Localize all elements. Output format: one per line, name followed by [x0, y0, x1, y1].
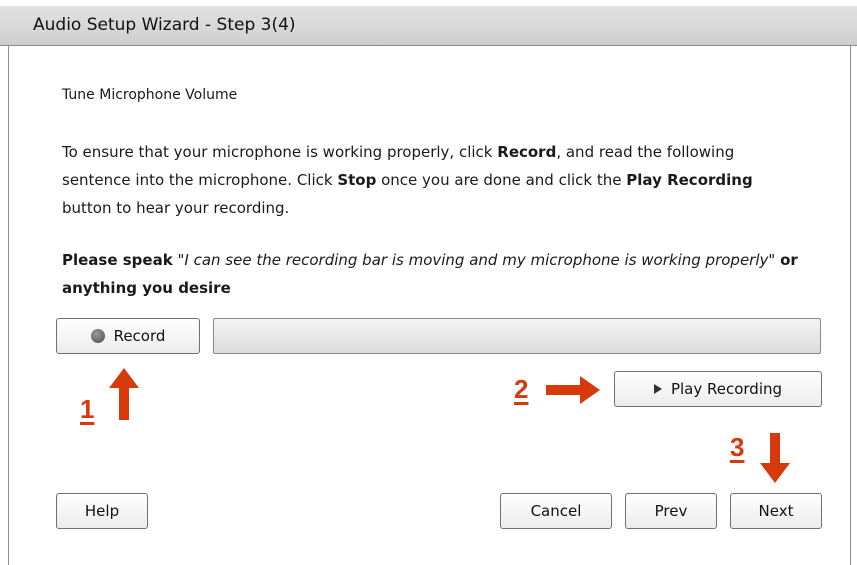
arrow-up-icon — [109, 368, 139, 420]
instruction-part: button to hear your recording. — [62, 199, 290, 217]
arrow-right-icon — [546, 376, 600, 404]
speak-prompt: Please speak "I can see the recording ba… — [62, 246, 822, 302]
wizard-content — [8, 46, 851, 565]
instruction-play-word: Play Recording — [626, 171, 753, 189]
next-label: Next — [758, 502, 794, 520]
step-3-marker: 3 — [730, 432, 745, 462]
recording-level-meter — [213, 318, 821, 354]
record-label: Record — [113, 327, 166, 345]
instruction-part: To ensure that your microphone is workin… — [62, 143, 498, 161]
speak-label: Please speak — [62, 251, 173, 269]
help-button[interactable]: Help — [56, 493, 148, 529]
step-1-marker: 1 — [80, 394, 95, 424]
play-recording-label: Play Recording — [670, 380, 783, 398]
help-label: Help — [84, 502, 120, 520]
instruction-stop-word: Stop — [337, 171, 377, 189]
title-bar: Audio Setup Wizard - Step 3(4) — [0, 6, 857, 46]
speak-quote: "I can see the recording bar is moving a… — [177, 251, 776, 269]
play-recording-button[interactable]: Play Recording — [614, 371, 822, 407]
record-icon — [90, 329, 105, 343]
cancel-button[interactable]: Cancel — [500, 493, 612, 529]
instruction-text: To ensure that your microphone is workin… — [62, 138, 802, 222]
instruction-part: once you are done and click the — [376, 171, 627, 189]
record-button[interactable]: Record — [56, 318, 200, 354]
section-heading: Tune Microphone Volume — [62, 87, 238, 103]
cancel-label: Cancel — [530, 502, 582, 520]
next-button[interactable]: Next — [730, 493, 822, 529]
prev-button[interactable]: Prev — [625, 493, 717, 529]
window-title: Audio Setup Wizard - Step 3(4) — [33, 15, 296, 35]
play-icon — [653, 384, 662, 394]
arrow-down-icon — [760, 433, 790, 483]
step-2-marker: 2 — [514, 374, 529, 404]
instruction-record-word: Record — [497, 143, 557, 161]
prev-label: Prev — [654, 502, 688, 520]
